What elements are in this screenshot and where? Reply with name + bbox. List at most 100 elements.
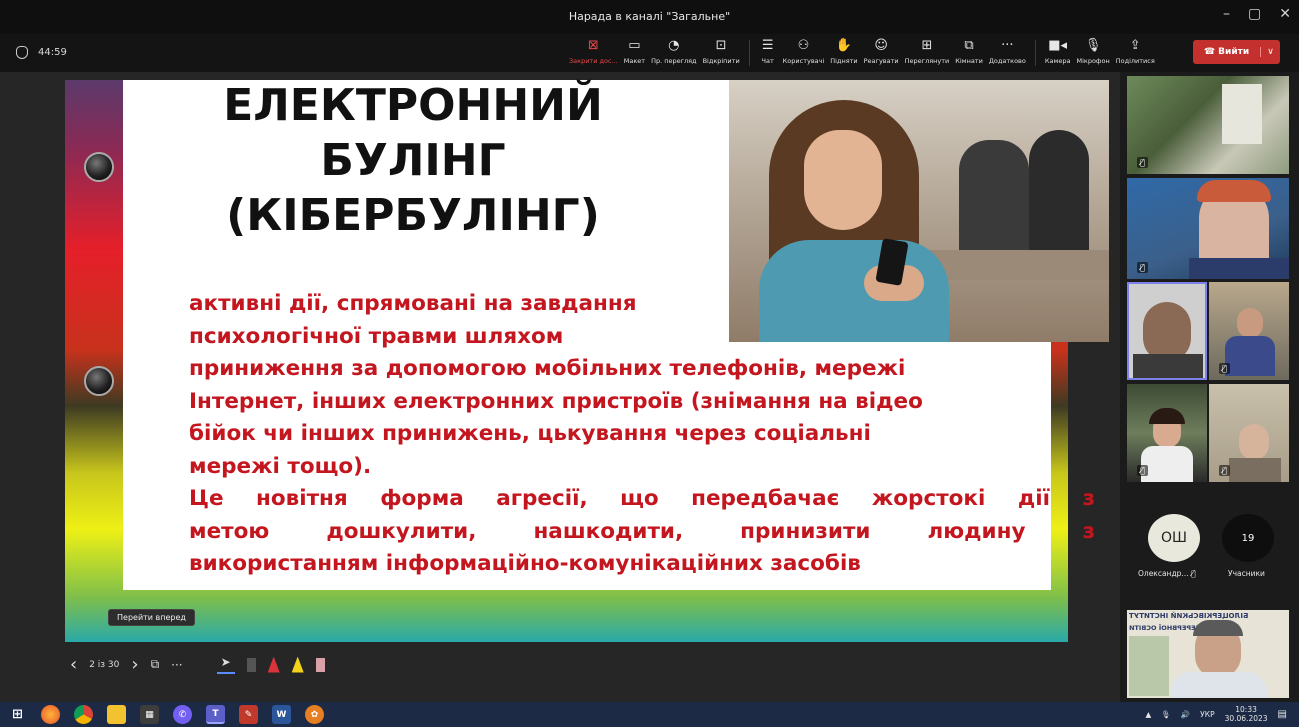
leave-label[interactable]: ☎ Вийти (1193, 47, 1260, 57)
pink-marker-tool-icon[interactable] (315, 657, 325, 672)
chat-button[interactable]: ☰ Чат (756, 38, 780, 65)
file-explorer-icon[interactable] (107, 705, 126, 724)
leave-dropdown-button[interactable]: ∨ (1260, 47, 1280, 57)
minimize-button[interactable]: – (1223, 6, 1230, 22)
toolbar-divider (748, 40, 750, 66)
slide-word: новітня (256, 486, 348, 511)
slide-word: метою (189, 518, 270, 544)
slide-title: ЕЛЕКТРОННИЙ БУЛІНГ (КІБЕРБУЛІНГ) (193, 78, 633, 243)
react-button[interactable]: ☺ Реагувати (861, 38, 902, 65)
laser-pointer-tool[interactable]: ➤ (216, 655, 235, 674)
toolbar-divider (1034, 40, 1036, 66)
slide-word: передбачає (691, 486, 840, 511)
window-title: Нарада в каналі "Загальне" (568, 10, 731, 23)
share-label: Поділитися (1115, 57, 1155, 65)
slide-word: що (620, 486, 659, 511)
teams-icon[interactable]: T (206, 705, 225, 724)
windows-taskbar: ⊞ ▦ ✆ T ✎ W ✿ ▲ 🎙 🔊 УКР 10:33 30.06.2023… (0, 702, 1299, 727)
layout-label: Макет (623, 57, 646, 65)
participants-panel: 🎙̸ 🎙̸ 🎙̸ 🎙̸ 🎙̸ ОШ Олександр... 🎙̸ 19 Уча… (1120, 72, 1299, 702)
maximize-button[interactable]: ▢ (1248, 6, 1261, 22)
mic-off-icon: 🎙̸ (1190, 569, 1196, 578)
participants-count-button[interactable]: 19 (1222, 514, 1274, 562)
chrome-icon[interactable] (74, 705, 93, 724)
presenter-video-tile[interactable]: БІЛОЦЕРКІВСЬКИЙ ІНСТИТУТ НЕПЕРЕРВНОЇ ОСВ… (1127, 610, 1289, 698)
stop-sharing-icon: ⊠ (587, 38, 599, 53)
word-icon[interactable]: W (272, 705, 291, 724)
view-button[interactable]: ⊞ Переглянути (902, 38, 953, 65)
users-label: Користувачі (782, 57, 825, 65)
timer-text: 44:59 (38, 47, 67, 58)
pin-button[interactable]: ⊡ Відкріпити (700, 38, 743, 65)
microphone-tray-icon[interactable]: 🎙 (1161, 710, 1171, 719)
raise-hand-label: Підняти (830, 57, 858, 65)
slides-grid-icon[interactable]: ⧉ (151, 657, 160, 672)
camera-button[interactable]: ■◂ Камера (1042, 38, 1074, 65)
raise-hand-button[interactable]: ✋ Підняти (827, 38, 860, 65)
participant-avatar-name: Олександр... 🎙̸ (1138, 569, 1196, 578)
mic-off-icon: 🎙̸ (1219, 465, 1230, 476)
chat-label: Чат (761, 57, 774, 65)
raise-hand-icon: ✋ (835, 38, 853, 53)
slide-word: з (1082, 518, 1096, 544)
slide-title-line: БУЛІНГ (320, 135, 506, 186)
participant-video-tile[interactable]: 🎙̸ (1127, 384, 1207, 482)
firefox-icon[interactable] (41, 705, 60, 724)
more-button[interactable]: ··· Додатково (986, 38, 1029, 65)
settings-app-icon[interactable]: ✿ (305, 705, 324, 724)
layout-button[interactable]: ▭ Макет (621, 38, 648, 65)
layout-icon: ▭ (628, 38, 641, 53)
notifications-icon[interactable]: ▤ (1278, 709, 1287, 720)
slide-title-line: (КІБЕРБУЛІНГ) (226, 190, 600, 241)
pdf-reader-icon[interactable]: ✎ (239, 705, 258, 724)
slide-word: людину (927, 518, 1026, 544)
slide-body-line: метою дошкулити, нашкодити, принизити людину… (189, 516, 1095, 549)
stop-sharing-button[interactable]: ⊠ Закрити дос... (566, 38, 621, 65)
taskbar-clock[interactable]: 10:33 30.06.2023 (1225, 705, 1268, 723)
eraser-tool-icon[interactable] (246, 657, 256, 672)
participants-count-label: Учасники (1228, 569, 1265, 578)
users-button[interactable]: ⚇ Користувачі (780, 38, 828, 65)
slide-word: агресії, (496, 486, 588, 511)
close-button[interactable]: ✕ (1279, 6, 1291, 22)
more-options-button[interactable]: ··· (171, 658, 182, 672)
presenter-controls: ‹ 2 із 30 › ⧉ ··· ➤ (70, 654, 325, 675)
show-hidden-icons-icon[interactable]: ▲ (1146, 710, 1152, 719)
share-button[interactable]: ⇪ Поділитися (1113, 38, 1158, 65)
participant-video-tile[interactable]: 🎙̸ (1209, 282, 1289, 380)
stop-sharing-label: Закрити дос... (569, 57, 618, 65)
slide-word: дошкулити, (326, 518, 477, 544)
next-slide-button[interactable]: › (131, 654, 138, 675)
language-indicator[interactable]: УКР (1200, 710, 1214, 719)
rooms-button[interactable]: ⧉ Кімнати (952, 38, 986, 65)
slide-body-line: Це новітня форма агресії, що передбачає жорсто… (189, 483, 1095, 516)
binder-ring-icon (84, 152, 114, 182)
viber-icon[interactable]: ✆ (173, 705, 192, 724)
view-icon: ⊞ (921, 38, 933, 53)
mic-off-icon: 🎙̸ (1137, 157, 1148, 168)
leave-button[interactable]: ☎ Вийти ∨ (1193, 40, 1280, 64)
yellow-highlighter-tool-icon[interactable] (291, 656, 304, 673)
participant-video-tile-active[interactable] (1127, 282, 1207, 380)
previous-slide-button[interactable]: ‹ (70, 654, 77, 675)
slide-body-line: приниження за допомогою мобільних телефо… (189, 356, 906, 381)
participant-video-tile[interactable]: 🎙̸ (1209, 384, 1289, 482)
windows-start-icon[interactable]: ⊞ (8, 705, 27, 724)
title-bar: Нарада в каналі "Загальне" – ▢ ✕ (0, 0, 1299, 34)
camera-icon: ■◂ (1048, 38, 1068, 53)
mic-button[interactable]: 🎙 Мікрофон (1073, 38, 1112, 65)
slide-body-line: Інтернет, інших електронних пристроїв (з… (189, 388, 923, 414)
preview-label: Пр. перегляд (651, 57, 697, 65)
preview-button[interactable]: ◔ Пр. перегляд (648, 38, 700, 65)
red-pen-tool-icon[interactable] (267, 656, 280, 673)
meeting-toolbar: 44:59 ⊠ Закрити дос... ▭ Макет ◔ Пр. перегляд… (0, 34, 1299, 72)
mic-label: Мікрофон (1076, 57, 1110, 65)
participant-video-tile[interactable]: 🎙̸ (1127, 76, 1289, 174)
slide-body-line: психологічної травми шляхом (189, 323, 564, 349)
calculator-icon[interactable]: ▦ (140, 705, 159, 724)
volume-icon[interactable]: 🔊 (1181, 710, 1190, 719)
more-icon: ··· (1001, 38, 1014, 53)
participant-video-tile[interactable]: 🎙̸ (1127, 178, 1289, 279)
slide-counter: 2 із 30 (89, 659, 120, 670)
participant-avatar[interactable]: ОШ (1148, 514, 1200, 562)
